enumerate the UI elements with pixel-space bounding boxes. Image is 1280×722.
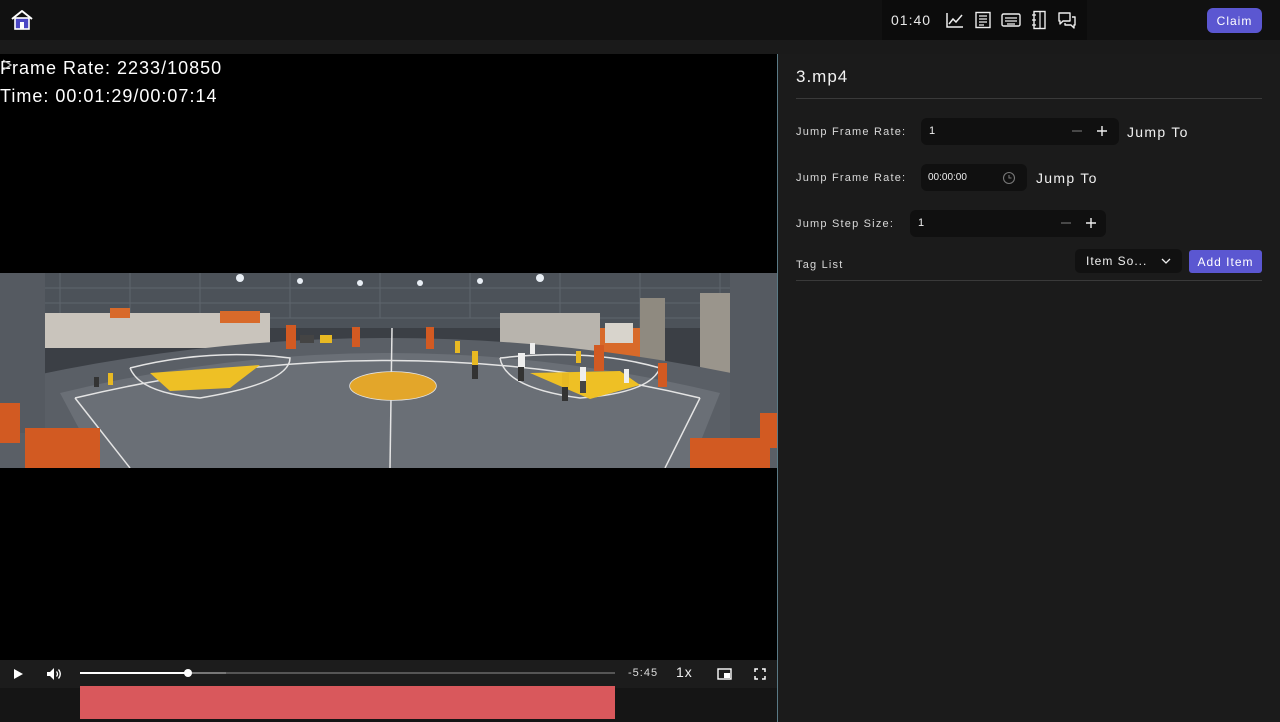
step-size-increment[interactable] [1081, 213, 1101, 233]
picture-in-picture-icon [716, 668, 732, 680]
minus-icon [1072, 130, 1082, 132]
play-button[interactable] [8, 664, 28, 684]
chart-tool-button[interactable] [941, 6, 969, 34]
chevron-down-icon [1161, 258, 1171, 264]
sub-bar [0, 40, 1280, 54]
top-bar: 01:40 Claim [0, 0, 1280, 40]
progress-handle[interactable] [184, 669, 193, 677]
tag-list-label: Tag List [796, 259, 844, 271]
volume-button[interactable] [43, 664, 65, 684]
home-icon [11, 10, 33, 30]
jump-frame-value[interactable]: 1 [929, 125, 935, 137]
minus-icon [1061, 222, 1071, 224]
add-item-button[interactable]: Add Item [1189, 250, 1262, 273]
home-button[interactable] [8, 7, 36, 33]
jump-to-frame-button[interactable]: Jump To [1127, 124, 1189, 140]
jump-frame-input[interactable]: 1 [921, 118, 1119, 145]
item-sort-select[interactable]: Item So... [1075, 249, 1182, 273]
chart-line-icon [946, 13, 964, 28]
jump-frame-decrement[interactable] [1067, 121, 1087, 141]
frame-rate-overlay: Frame Rate: 2233/10850 [0, 58, 223, 78]
keyboard-icon [1001, 13, 1021, 27]
volume-icon [47, 668, 61, 680]
video-player[interactable]: Frame Rate: 2233/10850 Time: 00:01:29/00… [0, 54, 777, 660]
jump-frame-label: Jump Frame Rate: [796, 126, 907, 138]
clock-icon [1002, 171, 1016, 185]
timer: 01:40 [891, 12, 932, 28]
player-controls [0, 660, 777, 688]
claim-button[interactable]: Claim [1207, 8, 1262, 33]
jump-time-label: Jump Frame Rate: [796, 172, 907, 184]
document-tool-button[interactable] [969, 6, 997, 34]
item-sort-value: Item So... [1086, 254, 1148, 268]
fullscreen-icon [754, 668, 766, 680]
video-frame [0, 273, 777, 468]
chat-icon [1058, 12, 1076, 29]
document-icon [975, 11, 991, 29]
chat-tool-button[interactable] [1053, 6, 1081, 34]
step-size-input[interactable]: 1 [910, 210, 1106, 237]
speed-button[interactable]: 1x [676, 664, 693, 680]
played-bar [80, 672, 189, 674]
jump-frame-increment[interactable] [1092, 121, 1112, 141]
step-size-decrement[interactable] [1056, 213, 1076, 233]
jump-to-time-button[interactable]: Jump To [1036, 170, 1098, 186]
pip-button[interactable] [713, 664, 735, 684]
time-overlay: Time: 00:01:29/00:07:14 [0, 86, 218, 106]
title-divider [796, 98, 1262, 99]
notebook-tool-button[interactable] [1025, 6, 1053, 34]
remaining-time: -5:45 [628, 667, 659, 679]
side-panel: 3.mp4 Jump Frame Rate: 1 Jump To Jump Fr… [778, 54, 1280, 722]
play-icon [14, 669, 23, 679]
collapse-arrow-icon[interactable] [0, 58, 14, 72]
keyboard-tool-button[interactable] [997, 6, 1025, 34]
notebook-icon [1032, 10, 1046, 30]
tag-list-divider [796, 280, 1262, 281]
plus-icon [1097, 126, 1107, 136]
jump-time-value[interactable]: 00:00:00 [928, 172, 967, 183]
progress-bar[interactable] [80, 669, 615, 677]
step-size-label: Jump Step Size: [796, 218, 895, 230]
plus-icon [1086, 218, 1096, 228]
fullscreen-button[interactable] [749, 664, 771, 684]
toolbar: 01:40 [882, 0, 1087, 40]
tag-segment-bar[interactable] [80, 686, 615, 719]
jump-time-input[interactable]: 00:00:00 [921, 164, 1027, 191]
step-size-value[interactable]: 1 [918, 217, 924, 229]
file-name: 3.mp4 [796, 67, 849, 86]
